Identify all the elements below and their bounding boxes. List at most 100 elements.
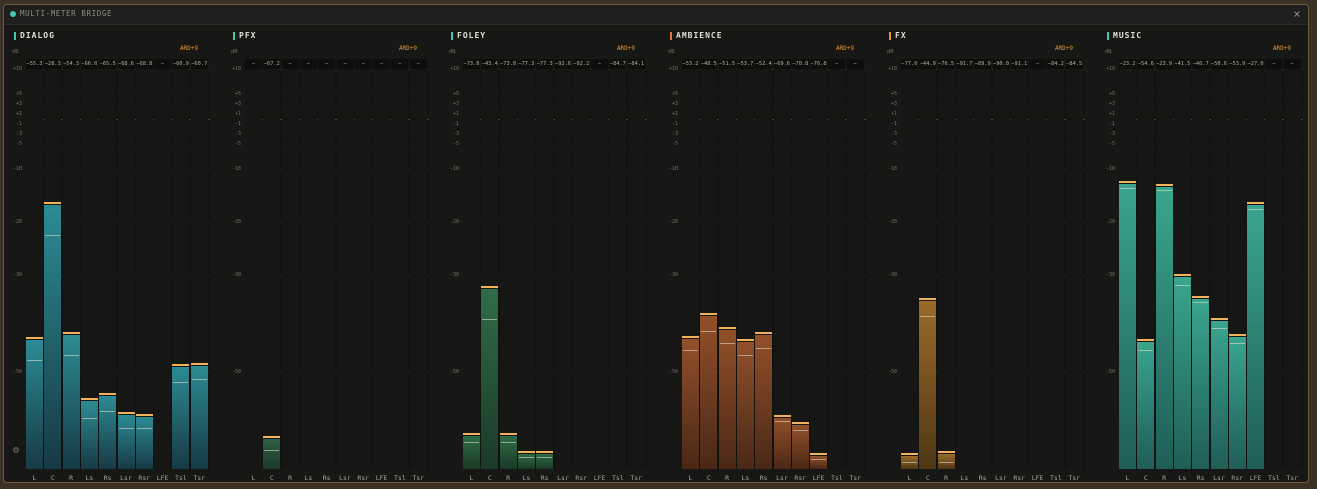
peak-readout[interactable]: − bbox=[846, 59, 864, 69]
peak-readout[interactable]: −68.6 bbox=[117, 59, 135, 69]
channel-meter-rsr[interactable] bbox=[791, 69, 809, 469]
channel-meter-l[interactable] bbox=[26, 69, 43, 469]
channel-meter-c[interactable] bbox=[919, 69, 937, 469]
channel-meter-tsr[interactable] bbox=[409, 69, 427, 469]
peak-readout[interactable]: − bbox=[281, 59, 299, 69]
channel-meter-tsr[interactable] bbox=[1065, 69, 1083, 469]
peak-readout[interactable]: − bbox=[1265, 59, 1283, 69]
peak-readout[interactable]: −43.4 bbox=[481, 59, 499, 69]
channel-meter-lfe[interactable] bbox=[810, 69, 828, 469]
channel-meter-lfe[interactable] bbox=[1247, 69, 1265, 469]
channel-meter-c[interactable] bbox=[1137, 69, 1155, 469]
peak-readout[interactable]: −46.7 bbox=[1192, 59, 1210, 69]
peak-readout[interactable]: −84.1 bbox=[627, 59, 645, 69]
loudness-standard-badge[interactable]: ARD+9 bbox=[399, 45, 417, 52]
peak-readout[interactable]: −77.6 bbox=[901, 59, 918, 69]
channel-meter-lsr[interactable] bbox=[992, 69, 1010, 469]
channel-meter-ls[interactable] bbox=[80, 69, 98, 469]
peak-readout[interactable]: − bbox=[354, 59, 372, 69]
peak-readout[interactable]: − bbox=[828, 59, 846, 69]
channel-meter-r[interactable] bbox=[1155, 69, 1173, 469]
channel-meter-r[interactable] bbox=[718, 69, 736, 469]
channel-meter-tsl[interactable] bbox=[1265, 69, 1283, 469]
peak-readout[interactable]: −70.8 bbox=[791, 59, 809, 69]
loudness-standard-badge[interactable]: ARD+9 bbox=[1055, 45, 1073, 52]
channel-meter-ls[interactable] bbox=[299, 69, 317, 469]
peak-readout[interactable]: − bbox=[409, 59, 427, 69]
channel-meter-lfe[interactable] bbox=[591, 69, 609, 469]
peak-readout[interactable]: − bbox=[245, 59, 262, 69]
peak-readout[interactable]: −48.5 bbox=[700, 59, 718, 69]
channel-meter-tsr[interactable] bbox=[1283, 69, 1301, 469]
peak-readout[interactable]: −54.3 bbox=[62, 59, 80, 69]
channel-meter-rs[interactable] bbox=[1192, 69, 1210, 469]
peak-readout[interactable]: −91.1 bbox=[1010, 59, 1028, 69]
peak-readout[interactable]: − bbox=[154, 59, 172, 69]
loudness-standard-badge[interactable]: ARD+9 bbox=[180, 45, 198, 52]
channel-meter-lsr[interactable] bbox=[117, 69, 135, 469]
peak-readout[interactable]: −28.3 bbox=[44, 59, 62, 69]
channel-meter-tsl[interactable] bbox=[828, 69, 846, 469]
peak-readout[interactable]: −84.5 bbox=[1065, 59, 1083, 69]
channel-meter-c[interactable] bbox=[263, 69, 281, 469]
peak-readout[interactable]: −67.2 bbox=[263, 59, 281, 69]
peak-readout[interactable]: −41.5 bbox=[1173, 59, 1191, 69]
peak-readout[interactable]: −89.9 bbox=[974, 59, 992, 69]
channel-meter-lsr[interactable] bbox=[1210, 69, 1228, 469]
channel-meter-rs[interactable] bbox=[99, 69, 117, 469]
peak-readout[interactable]: −53.9 bbox=[1228, 59, 1246, 69]
peak-readout[interactable]: −73.8 bbox=[463, 59, 480, 69]
channel-meter-rsr[interactable] bbox=[1010, 69, 1028, 469]
peak-readout[interactable]: −60.9 bbox=[172, 59, 190, 69]
peak-readout[interactable]: −77.3 bbox=[517, 59, 535, 69]
channel-meter-lsr[interactable] bbox=[336, 69, 354, 469]
peak-readout[interactable]: −44.9 bbox=[919, 59, 937, 69]
peak-readout[interactable]: −52.4 bbox=[755, 59, 773, 69]
channel-meter-r[interactable] bbox=[281, 69, 299, 469]
peak-readout[interactable]: − bbox=[299, 59, 317, 69]
channel-meter-ls[interactable] bbox=[736, 69, 754, 469]
channel-meter-tsl[interactable] bbox=[391, 69, 409, 469]
peak-readout[interactable]: −73.8 bbox=[499, 59, 517, 69]
channel-meter-r[interactable] bbox=[62, 69, 80, 469]
peak-readout[interactable]: −54.6 bbox=[1137, 59, 1155, 69]
channel-meter-l[interactable] bbox=[1119, 69, 1136, 469]
loudness-standard-badge[interactable]: ARD+9 bbox=[836, 45, 854, 52]
peak-readout[interactable]: − bbox=[1029, 59, 1047, 69]
channel-meter-rsr[interactable] bbox=[354, 69, 372, 469]
channel-meter-c[interactable] bbox=[481, 69, 499, 469]
peak-readout[interactable]: −90.0 bbox=[992, 59, 1010, 69]
loudness-standard-badge[interactable]: ARD+9 bbox=[1273, 45, 1291, 52]
peak-readout[interactable]: −23.2 bbox=[1119, 59, 1136, 69]
panel-title[interactable]: AMBIENCE bbox=[676, 31, 723, 40]
channel-meter-lfe[interactable] bbox=[1029, 69, 1047, 469]
channel-meter-l[interactable] bbox=[901, 69, 918, 469]
channel-meter-tsl[interactable] bbox=[172, 69, 190, 469]
channel-meter-tsl[interactable] bbox=[1047, 69, 1065, 469]
channel-meter-l[interactable] bbox=[245, 69, 262, 469]
channel-meter-rs[interactable] bbox=[536, 69, 554, 469]
peak-readout[interactable]: −53.2 bbox=[682, 59, 699, 69]
peak-readout[interactable]: −84.7 bbox=[609, 59, 627, 69]
peak-readout[interactable]: − bbox=[373, 59, 391, 69]
channel-meter-r[interactable] bbox=[937, 69, 955, 469]
peak-readout[interactable]: − bbox=[591, 59, 609, 69]
peak-readout[interactable]: −50.6 bbox=[1210, 59, 1228, 69]
gear-icon[interactable]: ⚙ bbox=[10, 445, 22, 457]
channel-meter-tsr[interactable] bbox=[627, 69, 645, 469]
channel-meter-c[interactable] bbox=[44, 69, 62, 469]
channel-meter-ls[interactable] bbox=[1173, 69, 1191, 469]
peak-readout[interactable]: −23.9 bbox=[1155, 59, 1173, 69]
channel-meter-tsr[interactable] bbox=[190, 69, 208, 469]
channel-meter-lsr[interactable] bbox=[773, 69, 791, 469]
peak-readout[interactable]: −65.5 bbox=[99, 59, 117, 69]
channel-meter-rs[interactable] bbox=[318, 69, 336, 469]
channel-meter-lfe[interactable] bbox=[154, 69, 172, 469]
peak-readout[interactable]: −76.8 bbox=[810, 59, 828, 69]
peak-readout[interactable]: − bbox=[318, 59, 336, 69]
channel-meter-lfe[interactable] bbox=[373, 69, 391, 469]
peak-readout[interactable]: − bbox=[391, 59, 409, 69]
peak-readout[interactable]: −53.7 bbox=[736, 59, 754, 69]
channel-meter-ls[interactable] bbox=[955, 69, 973, 469]
channel-meter-rs[interactable] bbox=[974, 69, 992, 469]
